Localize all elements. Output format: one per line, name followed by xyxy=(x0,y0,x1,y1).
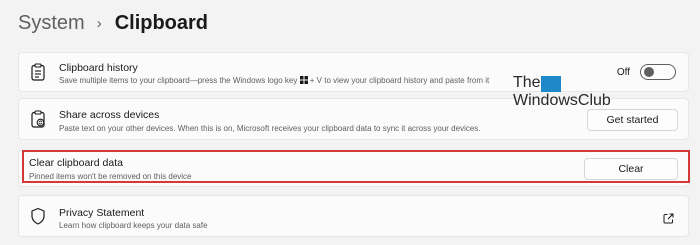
setting-privacy-statement[interactable]: Privacy Statement Learn how clipboard ke… xyxy=(18,195,689,237)
setting-description: Pinned items won't be removed on this de… xyxy=(29,172,192,181)
clear-button[interactable]: Clear xyxy=(584,158,678,180)
setting-description: Learn how clipboard keeps your data safe xyxy=(59,221,208,230)
toggle-knob xyxy=(644,67,654,77)
desc-part-1: Save multiple items to your clipboard—pr… xyxy=(59,76,300,85)
setting-title: Share across devices xyxy=(59,109,160,121)
setting-title: Privacy Statement xyxy=(59,207,145,219)
setting-title: Clear clipboard data xyxy=(29,157,123,169)
desc-part-2: + V to view your clipboard history and p… xyxy=(307,76,490,85)
watermark-line-2: WindowsClub xyxy=(513,92,611,109)
thewindowsclub-watermark: The WindowsClub xyxy=(513,74,618,114)
page-title: Clipboard xyxy=(114,11,209,34)
toggle-state-label: Off xyxy=(616,66,630,78)
breadcrumb: System › Clipboard xyxy=(18,9,208,37)
setting-clear-clipboard-data: Clear clipboard data Pinned items won't … xyxy=(18,150,689,187)
shield-icon xyxy=(30,207,46,225)
setting-description: Save multiple items to your clipboard—pr… xyxy=(59,76,489,86)
clipboard-history-toggle-group: Off xyxy=(617,64,676,80)
clipboard-history-toggle[interactable] xyxy=(640,64,676,80)
windows-logo-key-icon xyxy=(299,76,308,86)
watermark-line-1: The xyxy=(513,74,541,91)
clipboard-sync-icon xyxy=(30,110,46,128)
setting-title: Clipboard history xyxy=(59,62,138,74)
breadcrumb-system[interactable]: System xyxy=(18,12,85,35)
clipboard-icon xyxy=(30,63,46,81)
watermark-logo-square-icon xyxy=(541,76,561,92)
external-link-icon[interactable] xyxy=(663,211,674,224)
chevron-right-icon: › xyxy=(96,14,102,32)
setting-description: Paste text on your other devices. When t… xyxy=(59,124,481,133)
